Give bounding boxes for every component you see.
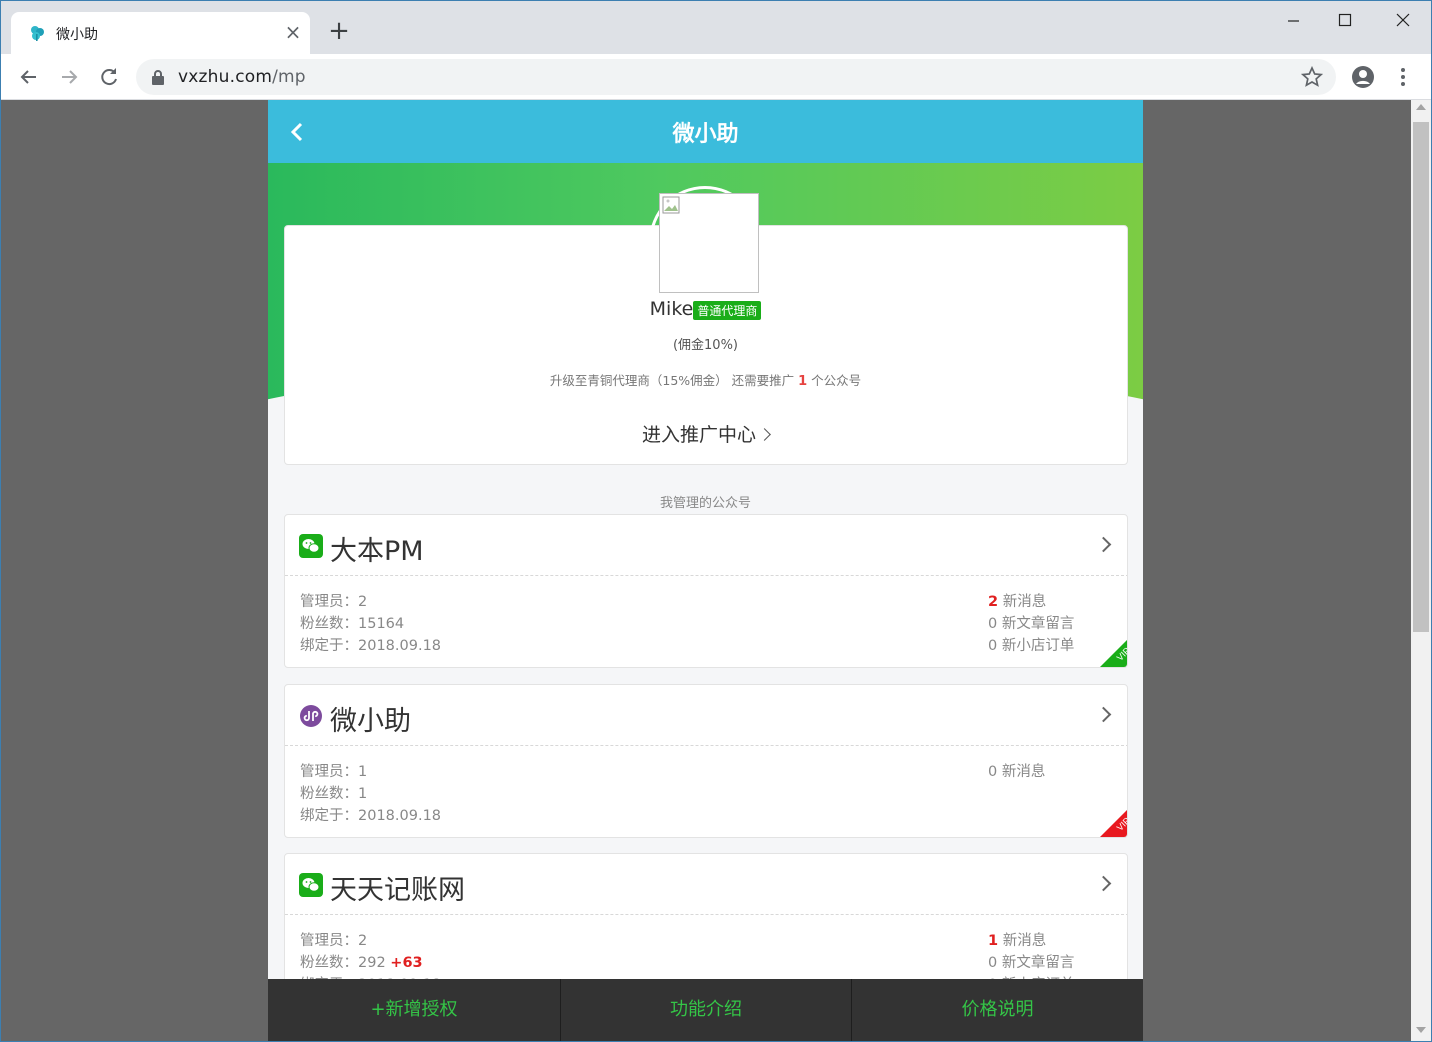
admin-count: 管理员：2	[300, 594, 368, 610]
add-authorization-button[interactable]: +新增授权	[268, 979, 560, 1041]
forward-arrow-icon[interactable]	[54, 62, 84, 92]
back-arrow-icon[interactable]	[14, 62, 44, 92]
bound-date: 绑定于：2018.09.18	[300, 808, 442, 824]
scroll-down-arrow-icon[interactable]	[1416, 1027, 1426, 1033]
divider	[285, 745, 1127, 746]
account-card[interactable]: 大本PM 管理员：2 粉丝数：15164 绑定于：2018.09.18 2 新消…	[284, 514, 1128, 668]
fans-label: 粉丝数：	[300, 955, 358, 971]
fans-row: 粉丝数：292 +63	[300, 952, 441, 974]
section-label: 我管理的公众号	[659, 496, 751, 511]
lock-icon[interactable]	[151, 69, 165, 85]
admin-count: 管理员：1	[300, 764, 368, 780]
fans-row: 粉丝数：1	[300, 783, 441, 805]
account-name: 大本PM	[330, 536, 424, 567]
window-close-button[interactable]	[1380, 6, 1426, 36]
tab-title: 微小助	[56, 27, 98, 43]
new-comments[interactable]: 0 新文章留言	[988, 952, 1074, 974]
new-messages-label: 新消息	[1002, 594, 1047, 610]
new-tab-button[interactable]: +	[324, 17, 354, 47]
url-text: vxzhu.com/mp	[178, 67, 306, 87]
chevron-right-icon[interactable]	[1095, 706, 1112, 723]
new-comments[interactable]: 0 新文章留言	[988, 613, 1074, 635]
reload-icon[interactable]	[94, 62, 124, 92]
fans-count: 292	[358, 955, 386, 971]
account-stats: 管理员：1 粉丝数：1 绑定于：2018.09.18	[300, 761, 441, 827]
account-notifications: 0 新消息	[988, 761, 1045, 783]
upgrade-text: 升级至青铜代理商（15%佣金） 还需要推广	[549, 373, 799, 388]
window-maximize-button[interactable]	[1322, 6, 1368, 36]
bookmark-star-icon[interactable]	[1301, 66, 1323, 88]
account-name: 微小助	[330, 706, 411, 737]
profile-avatar-icon[interactable]	[1350, 64, 1376, 90]
chevron-right-icon[interactable]	[1095, 536, 1112, 553]
clover-favicon-icon	[31, 26, 44, 41]
features-button[interactable]: 功能介绍	[561, 979, 851, 1041]
page-viewport: 微小助 Mike 普通代理商 (佣金10%) 升级至青铜代理商（15%佣金） 还需…	[1, 100, 1411, 1041]
upgrade-hint: 升级至青铜代理商（15%佣金） 还需要推广 1 个公众号	[268, 370, 1143, 389]
scroll-up-arrow-icon[interactable]	[1416, 104, 1426, 110]
wechat-icon	[299, 534, 323, 558]
level-badge: 普通代理商	[693, 300, 762, 320]
browser-tab-strip: 微小助 × +	[0, 0, 1432, 54]
fans-delta: +63	[390, 955, 423, 971]
promotion-center-link[interactable]: 进入推广中心	[268, 420, 1143, 447]
new-messages[interactable]: 1 新消息	[988, 930, 1074, 952]
page-scrollbar[interactable]	[1411, 100, 1431, 1041]
fans-count: 1	[358, 786, 368, 802]
promotion-center-label: 进入推广中心	[641, 424, 756, 446]
account-stats: 管理员：2 粉丝数：15164 绑定于：2018.09.18	[300, 591, 441, 657]
mobile-app-frame: 微小助 Mike 普通代理商 (佣金10%) 升级至青铜代理商（15%佣金） 还需…	[268, 100, 1143, 1041]
chevron-right-icon[interactable]	[1095, 875, 1112, 892]
url-host: vxzhu.com	[178, 67, 273, 87]
app-title: 微小助	[672, 122, 739, 147]
broken-image-icon	[662, 196, 680, 214]
miniprogram-icon	[300, 705, 322, 727]
url-path: /mp	[272, 67, 306, 87]
divider	[285, 575, 1127, 576]
new-messages-label: 新消息	[1001, 764, 1046, 780]
user-line: Mike 普通代理商	[268, 298, 1143, 320]
new-messages-count: 1	[988, 933, 999, 949]
fans-label: 粉丝数：	[300, 616, 358, 632]
upgrade-count: 1	[798, 374, 808, 389]
address-bar[interactable]: vxzhu.com/mp	[136, 59, 1336, 95]
browser-toolbar: vxzhu.com/mp	[0, 54, 1432, 100]
divider	[285, 914, 1127, 915]
browser-tab[interactable]: 微小助 ×	[11, 12, 310, 54]
account-name: 天天记账网	[330, 875, 465, 906]
new-messages[interactable]: 2 新消息	[988, 591, 1074, 613]
fans-count: 15164	[358, 616, 405, 632]
commission-rate: (佣金10%)	[672, 338, 739, 353]
app-header: 微小助	[268, 100, 1143, 163]
chevron-right-icon	[758, 428, 771, 441]
tab-close-icon[interactable]: ×	[281, 20, 305, 44]
new-orders[interactable]: 0 新小店订单	[988, 635, 1074, 657]
new-messages-label: 新消息	[1002, 933, 1047, 949]
scrollbar-thumb[interactable]	[1413, 122, 1429, 632]
admin-count: 管理员：2	[300, 933, 368, 949]
new-messages-count: 2	[988, 594, 999, 610]
wechat-icon	[299, 873, 323, 897]
account-notifications: 2 新消息 0 新文章留言 0 新小店订单	[988, 591, 1074, 657]
vip-badge: VIP	[1100, 640, 1127, 667]
fans-row: 粉丝数：15164	[300, 613, 441, 635]
user-name: Mike	[649, 298, 694, 320]
vip-badge: VIP	[1100, 810, 1127, 837]
bound-date: 绑定于：2018.09.18	[300, 638, 442, 654]
pricing-button[interactable]: 价格说明	[852, 979, 1143, 1041]
new-messages-count: 0	[988, 764, 998, 780]
fans-label: 粉丝数：	[300, 786, 358, 802]
avatar[interactable]	[659, 193, 759, 293]
window-minimize-button[interactable]	[1270, 6, 1316, 36]
kebab-menu-icon[interactable]	[1393, 64, 1413, 90]
upgrade-text-suffix: 个公众号	[807, 373, 862, 388]
new-messages[interactable]: 0 新消息	[988, 761, 1045, 783]
bottom-nav: +新增授权 功能介绍 价格说明	[268, 979, 1143, 1041]
account-card[interactable]: 微小助 管理员：1 粉丝数：1 绑定于：2018.09.18 0 新消息 VIP	[284, 684, 1128, 838]
